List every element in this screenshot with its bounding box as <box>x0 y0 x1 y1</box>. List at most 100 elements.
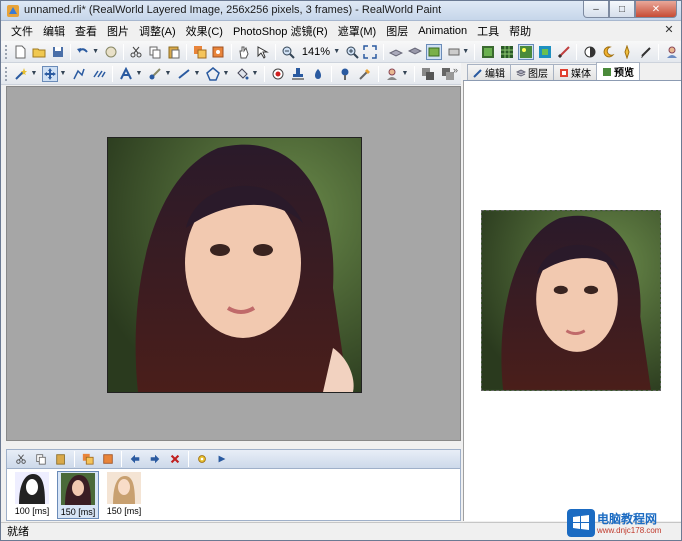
zoom-out-icon[interactable] <box>281 44 296 60</box>
toolbar-separator <box>275 43 277 60</box>
zoom-dropdown-icon[interactable]: ▼ <box>333 44 340 60</box>
fit-to-window-icon[interactable] <box>363 44 378 60</box>
paste-icon[interactable] <box>166 44 181 60</box>
history-icon[interactable] <box>103 44 118 60</box>
layer-view-icon[interactable] <box>426 43 443 60</box>
canvas-image[interactable] <box>107 137 362 393</box>
toolbar-grip[interactable] <box>5 44 8 59</box>
tab-media[interactable]: 媒体 <box>553 64 597 80</box>
document-close-icon[interactable]: ✕ <box>663 24 675 36</box>
move-frame-left-icon[interactable] <box>127 451 143 467</box>
merge-layers-icon[interactable] <box>211 44 226 60</box>
menu-help[interactable]: 帮助 <box>504 23 536 39</box>
move-frame-right-icon[interactable] <box>147 451 163 467</box>
menu-layers[interactable]: 图层 <box>381 23 413 39</box>
copy-icon[interactable] <box>148 44 163 60</box>
magic-wand-dropdown-icon[interactable]: ▼ <box>30 66 38 82</box>
menu-file[interactable]: 文件 <box>6 23 38 39</box>
close-button[interactable]: ✕ <box>635 1 677 18</box>
text-tool-icon[interactable] <box>118 66 134 82</box>
cut-icon[interactable] <box>129 44 144 60</box>
hand-tool-icon[interactable] <box>237 44 252 60</box>
grid-icon[interactable] <box>499 44 514 60</box>
fill-tool-dropdown-icon[interactable]: ▼ <box>251 66 259 82</box>
tab-label: 媒体 <box>571 69 591 80</box>
undo-icon[interactable] <box>76 44 91 60</box>
title-bar[interactable]: unnamed.rli* (RealWorld Layered Image, 2… <box>1 1 681 21</box>
pen-icon[interactable] <box>639 44 654 60</box>
save-icon[interactable] <box>50 44 65 60</box>
zoom-level[interactable]: 141% <box>302 46 330 58</box>
canvas-workspace[interactable] <box>6 86 461 441</box>
layer-copy-icon[interactable] <box>420 66 436 82</box>
magic-wand-icon[interactable] <box>13 66 29 82</box>
menu-view[interactable]: 查看 <box>70 23 102 39</box>
sharpen-icon[interactable] <box>620 44 635 60</box>
moon-icon[interactable] <box>601 44 616 60</box>
windows-logo-icon <box>567 509 595 537</box>
maximize-button[interactable]: □ <box>609 1 635 18</box>
transform-icon[interactable] <box>71 66 87 82</box>
layer-options-dropdown-icon[interactable]: ▼ <box>462 44 469 60</box>
delete-frame-icon[interactable] <box>167 451 183 467</box>
contrast-icon[interactable] <box>582 44 597 60</box>
menu-image[interactable]: 图片 <box>102 23 134 39</box>
shape-tool-icon[interactable] <box>205 66 221 82</box>
toolbar-separator <box>331 65 332 82</box>
layer-up-icon[interactable] <box>389 44 404 60</box>
tab-edit[interactable]: 编辑 <box>467 64 511 80</box>
tab-preview[interactable]: 预览 <box>596 62 640 80</box>
eyedropper-icon[interactable] <box>357 66 373 82</box>
frame-thumbnail[interactable]: 150 [ms] <box>103 471 145 519</box>
panel-collapse-icon[interactable]: » <box>453 65 458 75</box>
undo-dropdown-icon[interactable]: ▼ <box>92 44 99 60</box>
frame-thumbnail[interactable]: 100 [ms] <box>11 471 53 519</box>
brush-tool-icon[interactable] <box>147 66 163 82</box>
line-tool-dropdown-icon[interactable]: ▼ <box>193 66 201 82</box>
clone-tool-dropdown-icon[interactable]: ▼ <box>401 66 409 82</box>
menu-edit[interactable]: 编辑 <box>38 23 70 39</box>
menu-mask[interactable]: 遮罩(M) <box>333 23 382 39</box>
image-view-icon[interactable] <box>517 43 534 60</box>
zoom-in-icon[interactable] <box>344 44 359 60</box>
dodge-icon[interactable] <box>310 66 326 82</box>
text-tool-dropdown-icon[interactable]: ▼ <box>135 66 143 82</box>
menu-effects[interactable]: 效果(C) <box>181 23 228 39</box>
paste-frame-icon[interactable] <box>53 451 69 467</box>
warp-icon[interactable] <box>91 66 107 82</box>
clone-tool-icon[interactable] <box>384 66 400 82</box>
new-file-icon[interactable] <box>13 44 28 60</box>
new-frame-icon[interactable] <box>100 451 116 467</box>
smudge-icon[interactable] <box>337 66 353 82</box>
line-tool-icon[interactable] <box>176 66 192 82</box>
menu-animation[interactable]: Animation <box>413 25 472 37</box>
move-tool-icon[interactable] <box>42 65 58 82</box>
minimize-button[interactable]: – <box>583 1 609 18</box>
play-animation-icon[interactable] <box>214 451 230 467</box>
fill-tool-icon[interactable] <box>234 66 250 82</box>
shape-tool-dropdown-icon[interactable]: ▼ <box>222 66 230 82</box>
tab-layers[interactable]: 图层 <box>510 64 554 80</box>
user-icon[interactable] <box>664 44 679 60</box>
select-tool-icon[interactable] <box>255 44 270 60</box>
duplicate-frame-icon[interactable] <box>80 451 96 467</box>
red-eye-icon[interactable] <box>270 66 286 82</box>
brush-settings-icon[interactable] <box>557 44 572 60</box>
canvas-color-icon[interactable] <box>538 44 553 60</box>
toolbar-grip[interactable] <box>5 66 8 81</box>
brush-tool-dropdown-icon[interactable]: ▼ <box>164 66 172 82</box>
frame-settings-icon[interactable] <box>194 451 210 467</box>
frame-icon[interactable] <box>480 44 495 60</box>
menu-photoshop-filters[interactable]: PhotoShop 滤镜(R) <box>228 23 333 39</box>
menu-tools[interactable]: 工具 <box>472 23 504 39</box>
copy-frame-icon[interactable] <box>33 451 49 467</box>
frame-thumbnail[interactable]: 150 [ms] <box>57 471 99 519</box>
move-tool-dropdown-icon[interactable]: ▼ <box>59 66 67 82</box>
duplicate-layer-icon[interactable] <box>192 44 207 60</box>
menu-adjust[interactable]: 调整(A) <box>134 23 181 39</box>
open-folder-icon[interactable] <box>32 44 47 60</box>
layer-options-icon[interactable] <box>446 44 461 60</box>
cut-frame-icon[interactable] <box>13 451 29 467</box>
layer-down-icon[interactable] <box>407 44 423 60</box>
stamp-icon[interactable] <box>290 66 306 82</box>
